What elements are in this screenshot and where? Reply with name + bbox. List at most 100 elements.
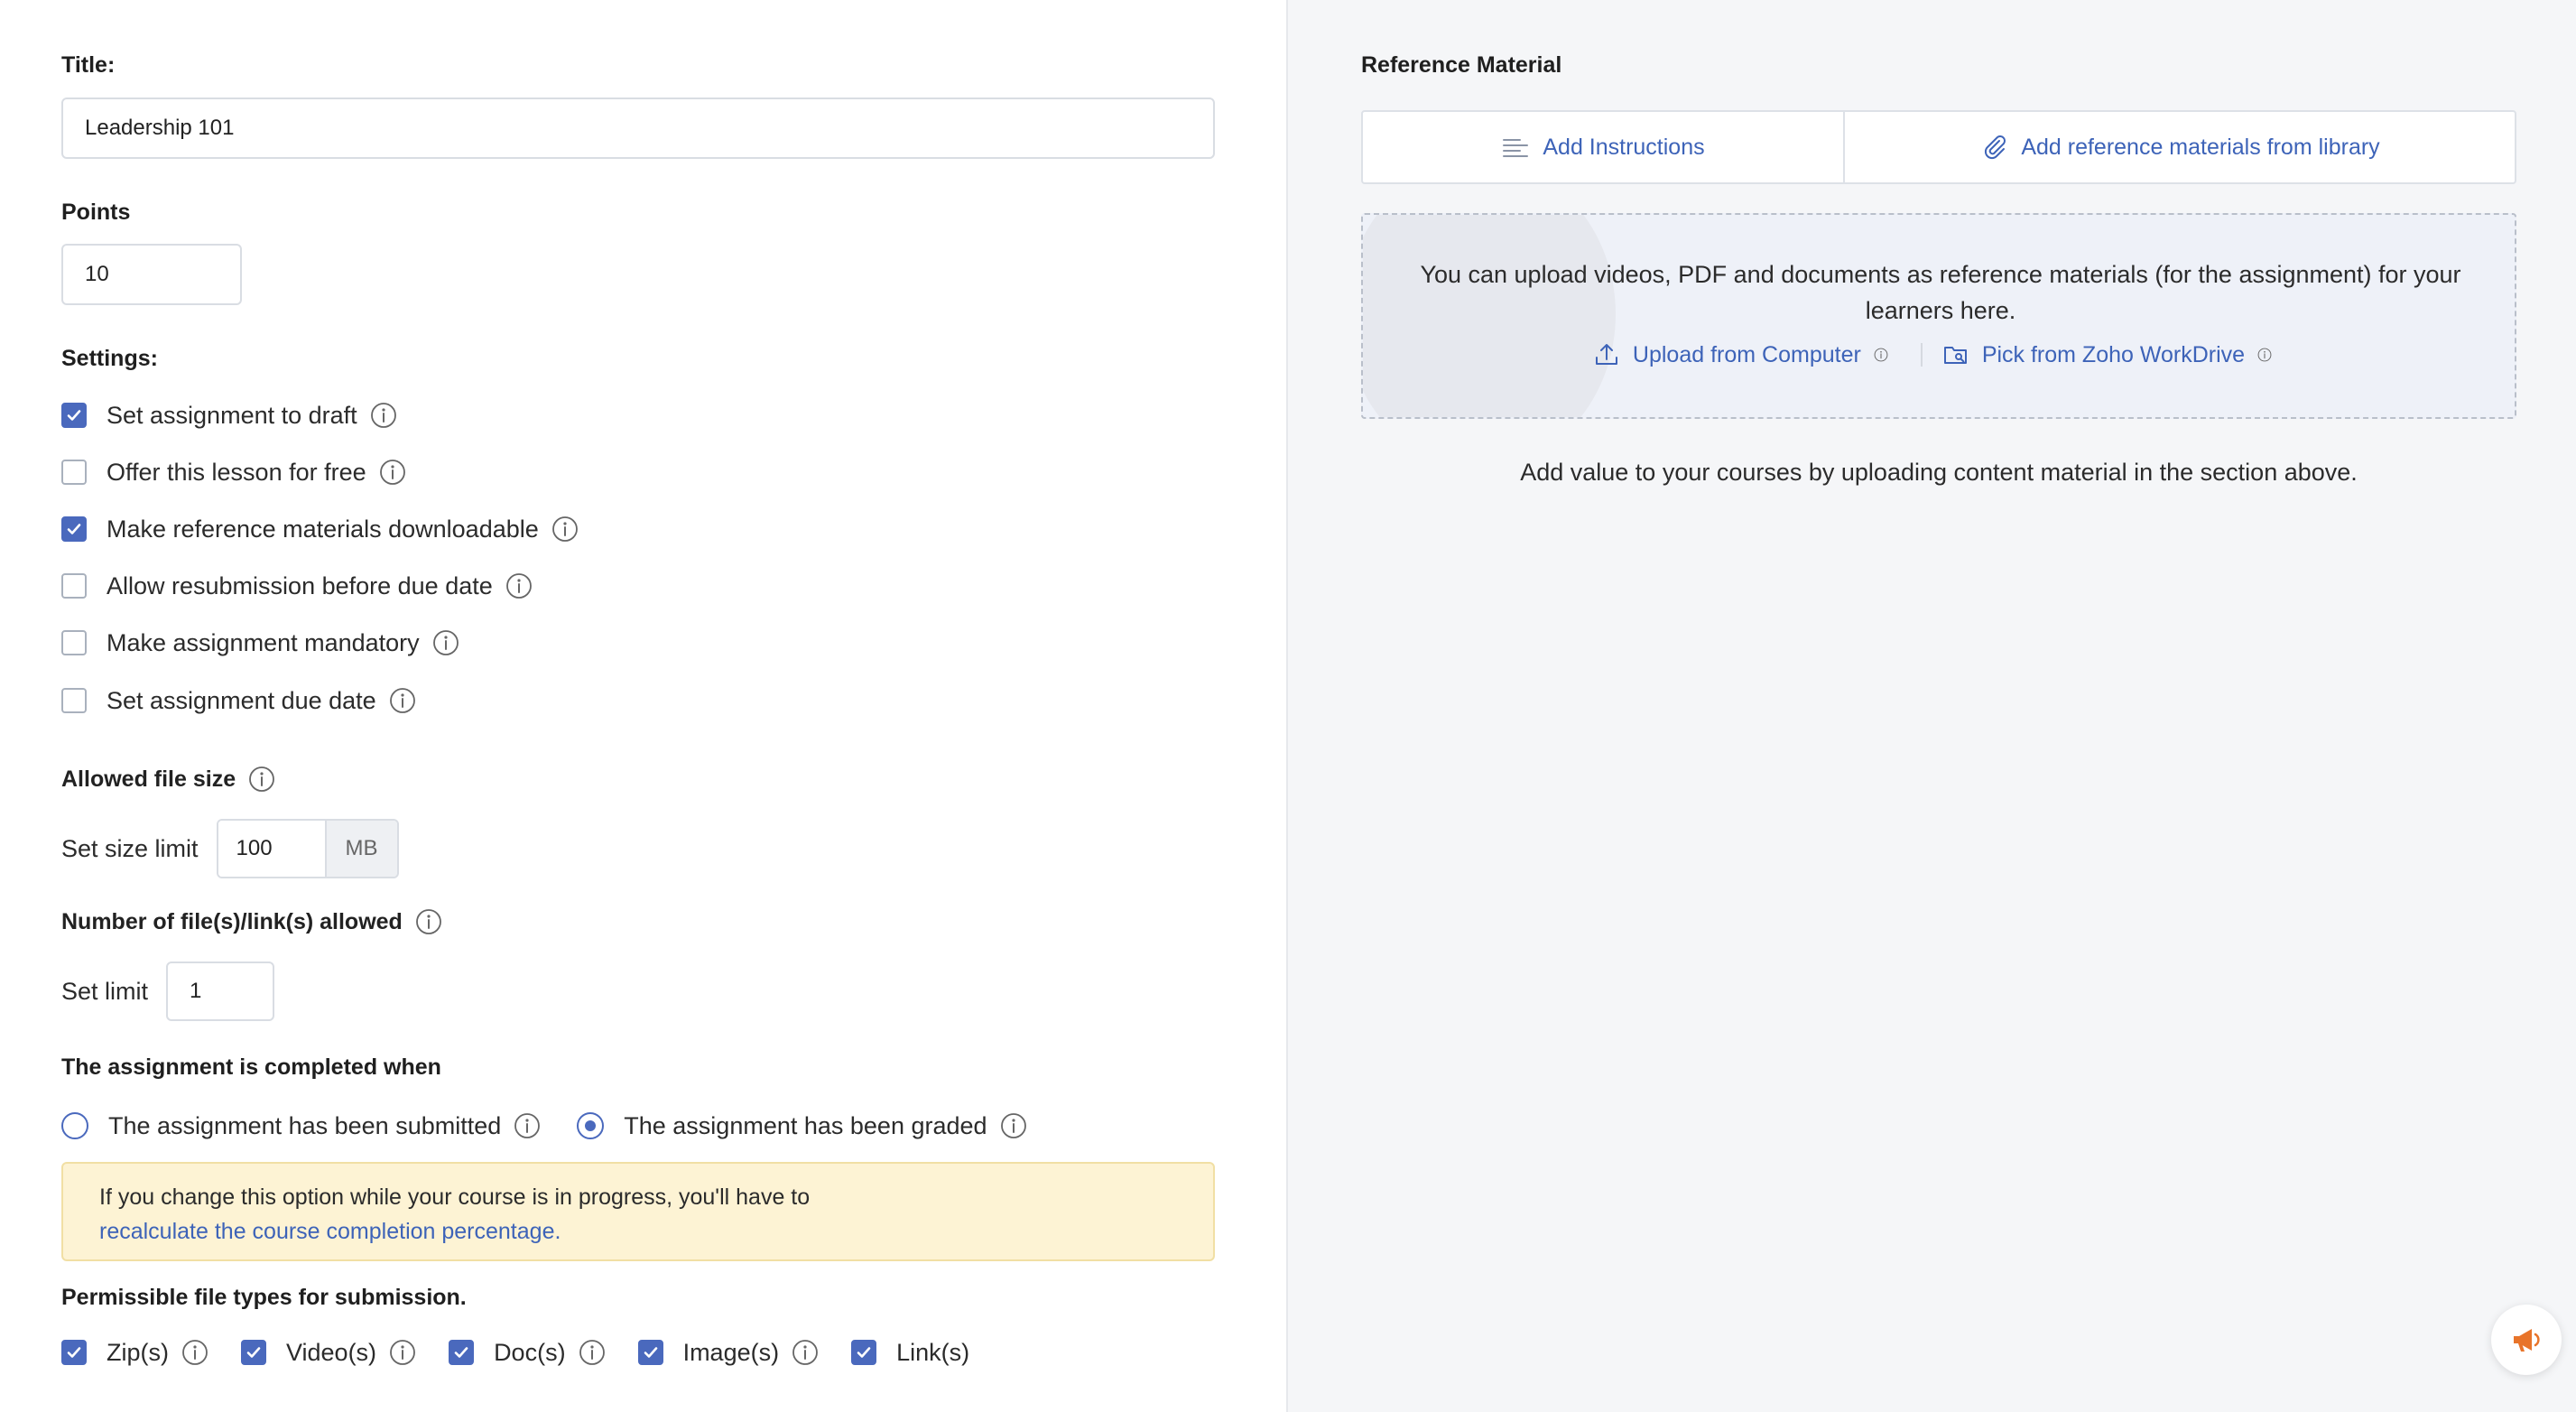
completion-warning: If you change this option while your cou… — [61, 1162, 1215, 1261]
reference-hint: Add value to your courses by uploading c… — [1520, 459, 2358, 486]
free-checkbox[interactable] — [61, 460, 87, 485]
info-icon[interactable] — [514, 1112, 541, 1139]
upload-icon — [1595, 344, 1617, 365]
points-input[interactable] — [61, 244, 242, 305]
info-icon[interactable] — [2257, 341, 2284, 368]
add-library-tab[interactable]: Add reference materials from library — [1845, 112, 2515, 182]
set-limit-input[interactable] — [166, 961, 275, 1021]
action-separator — [1920, 343, 1923, 367]
zip-label: Zip(s) — [107, 1338, 169, 1366]
size-limit-label: Set size limit — [61, 834, 199, 862]
completion-options: The assignment has been submitted The as… — [61, 1108, 1027, 1144]
info-icon[interactable] — [415, 908, 442, 935]
due-date-label: Set assignment due date — [107, 686, 376, 714]
file-type-image[interactable]: Image(s) — [637, 1338, 820, 1367]
doc-checkbox[interactable] — [449, 1340, 475, 1365]
setting-draft[interactable]: Set assignment to draft — [61, 397, 397, 433]
pick-from-workdrive[interactable]: Pick from Zoho WorkDrive — [1942, 341, 2284, 368]
megaphone-icon — [2514, 1329, 2540, 1352]
reference-heading: Reference Material — [1361, 52, 1562, 78]
zip-checkbox[interactable] — [61, 1340, 87, 1365]
set-limit-row: Set limit — [61, 961, 275, 1021]
check-icon — [644, 1347, 657, 1358]
image-checkbox[interactable] — [637, 1340, 663, 1365]
add-instructions-tab[interactable]: Add Instructions — [1363, 112, 1845, 182]
free-label: Offer this lesson for free — [107, 458, 366, 486]
paperclip-icon — [1985, 135, 2006, 160]
doc-label: Doc(s) — [494, 1338, 566, 1366]
completion-label: The assignment is completed when — [61, 1054, 441, 1080]
info-icon[interactable] — [389, 1339, 416, 1366]
settings-label: Settings: — [61, 346, 158, 371]
check-icon — [67, 410, 81, 421]
workdrive-label: Pick from Zoho WorkDrive — [1981, 341, 2246, 367]
file-count-label: Number of file(s)/link(s) allowed — [61, 908, 403, 934]
info-icon[interactable] — [792, 1339, 819, 1366]
downloadable-checkbox[interactable] — [61, 516, 87, 542]
check-icon — [454, 1347, 468, 1358]
info-icon[interactable] — [432, 629, 459, 656]
upload-computer-label: Upload from Computer — [1632, 341, 1861, 367]
size-limit-row: Set size limit MB — [61, 819, 399, 878]
info-icon[interactable] — [1000, 1112, 1027, 1139]
resubmission-checkbox[interactable] — [61, 573, 87, 599]
set-limit-label: Set limit — [61, 977, 149, 1005]
info-icon[interactable] — [1874, 341, 1901, 368]
image-label: Image(s) — [682, 1338, 780, 1366]
mandatory-label: Make assignment mandatory — [107, 628, 420, 656]
file-type-zip[interactable]: Zip(s) — [61, 1339, 208, 1367]
setting-mandatory[interactable]: Make assignment mandatory — [61, 625, 459, 661]
submitted-radio[interactable] — [61, 1112, 88, 1139]
assignment-settings-pane: Title: Points Settings: Set assignment t… — [0, 0, 1288, 1412]
info-icon[interactable] — [551, 516, 579, 543]
submitted-label: The assignment has been submitted — [108, 1111, 502, 1139]
resubmission-label: Allow resubmission before due date — [107, 571, 493, 599]
file-types-row: Zip(s) Video(s) Doc(s) Image(s) Link(s) — [61, 1334, 1002, 1370]
announcement-button[interactable] — [2491, 1305, 2562, 1375]
reference-material-pane — [1288, 0, 2576, 1412]
file-type-link[interactable]: Link(s) — [851, 1339, 969, 1367]
title-input[interactable] — [61, 98, 1215, 159]
setting-downloadable[interactable]: Make reference materials downloadable — [61, 511, 579, 547]
link-label: Link(s) — [896, 1338, 970, 1366]
upload-actions: Upload from Computer Pick from Zoho Work… — [1363, 341, 2515, 368]
points-label: Points — [61, 200, 131, 225]
info-icon[interactable] — [370, 402, 397, 429]
check-icon — [857, 1347, 871, 1358]
link-checkbox[interactable] — [851, 1340, 877, 1365]
downloadable-label: Make reference materials downloadable — [107, 515, 539, 543]
info-icon[interactable] — [579, 1339, 606, 1366]
file-type-doc[interactable]: Doc(s) — [449, 1339, 606, 1367]
size-limit-input[interactable] — [218, 821, 325, 877]
upload-dropzone[interactable]: You can upload videos, PDF and documents… — [1361, 213, 2516, 419]
setting-free[interactable]: Offer this lesson for free — [61, 454, 406, 490]
check-icon — [246, 1347, 261, 1358]
graded-label: The assignment has been graded — [624, 1111, 987, 1139]
file-size-label: Allowed file size — [61, 766, 236, 792]
graded-radio[interactable] — [577, 1112, 605, 1139]
info-icon[interactable] — [379, 459, 406, 486]
upload-description: You can upload videos, PDF and documents… — [1420, 261, 2461, 324]
check-icon — [67, 524, 81, 534]
file-type-video[interactable]: Video(s) — [241, 1339, 416, 1367]
info-icon[interactable] — [248, 766, 275, 793]
info-icon[interactable] — [181, 1339, 208, 1366]
title-label: Title: — [61, 52, 116, 78]
file-types-label: Permissible file types for submission. — [61, 1285, 467, 1310]
mandatory-checkbox[interactable] — [61, 630, 87, 655]
video-checkbox[interactable] — [241, 1340, 266, 1365]
draft-label: Set assignment to draft — [107, 401, 357, 429]
upload-from-computer[interactable]: Upload from Computer — [1593, 341, 1901, 368]
due-date-checkbox[interactable] — [61, 688, 87, 713]
setting-due-date[interactable]: Set assignment due date — [61, 683, 416, 719]
reference-tabs: Add Instructions Add reference materials… — [1361, 110, 2516, 184]
add-instructions-label: Add Instructions — [1543, 134, 1705, 160]
draft-checkbox[interactable] — [61, 403, 87, 428]
setting-resubmission[interactable]: Allow resubmission before due date — [61, 568, 533, 604]
info-icon[interactable] — [389, 687, 416, 714]
recalculate-link[interactable]: recalculate the course completion percen… — [99, 1214, 1177, 1249]
size-limit-group: MB — [216, 819, 399, 878]
info-icon[interactable] — [505, 572, 533, 599]
check-icon — [67, 1347, 81, 1358]
file-count-heading: Number of file(s)/link(s) allowed — [61, 908, 442, 935]
